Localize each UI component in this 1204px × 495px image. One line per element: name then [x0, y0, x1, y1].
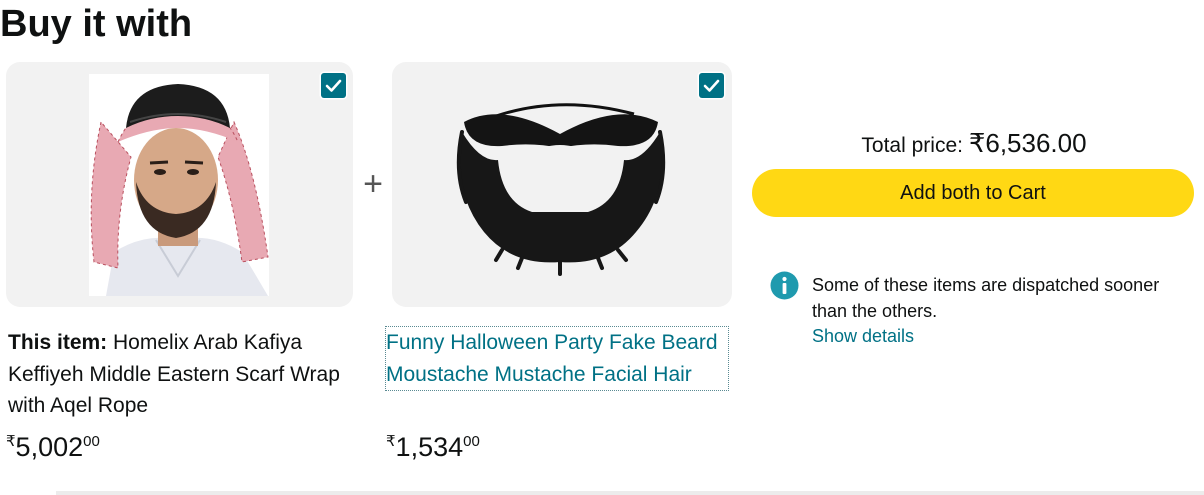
plus-sign: +	[363, 165, 383, 203]
select-item-checkbox[interactable]	[321, 73, 346, 98]
product-image-card-keffiyeh[interactable]	[6, 62, 353, 307]
product-image-card-beard[interactable]	[392, 62, 732, 307]
buy-it-with-widget: Buy it with + This item: Homelix Arab Ka…	[0, 0, 1204, 495]
fake-beard-product-image	[456, 103, 666, 276]
this-item-label: This item:	[8, 331, 114, 354]
product-price: ₹5,00200	[6, 430, 100, 464]
total-price-amount: ₹6,536.00	[968, 128, 1087, 158]
info-icon	[770, 271, 799, 300]
show-details-link[interactable]: Show details	[812, 323, 914, 349]
price-whole: 5,002	[15, 432, 84, 462]
section-divider	[56, 491, 1204, 495]
currency-symbol: ₹	[6, 433, 16, 450]
product-title-this-item: This item: Homelix Arab Kafiya Keffiyeh …	[8, 327, 348, 422]
keffiyeh-product-image	[89, 74, 269, 296]
checkmark-icon	[325, 79, 342, 92]
section-heading: Buy it with	[0, 3, 193, 45]
add-both-to-cart-button[interactable]: Add both to Cart	[752, 169, 1194, 217]
total-price: Total price: ₹6,536.00	[754, 128, 1194, 159]
select-item-checkbox[interactable]	[699, 73, 724, 98]
dispatch-notice-text: Some of these items are dispatched soone…	[812, 275, 1160, 321]
currency-symbol: ₹	[386, 433, 396, 450]
product-title-link[interactable]: Funny Halloween Party Fake Beard Moustac…	[385, 326, 729, 391]
product-price: ₹1,53400	[386, 430, 480, 464]
price-fraction: 00	[463, 433, 480, 450]
checkmark-icon	[703, 79, 720, 92]
price-whole: 1,534	[395, 432, 464, 462]
total-price-label: Total price:	[861, 134, 969, 157]
price-fraction: 00	[83, 433, 100, 450]
